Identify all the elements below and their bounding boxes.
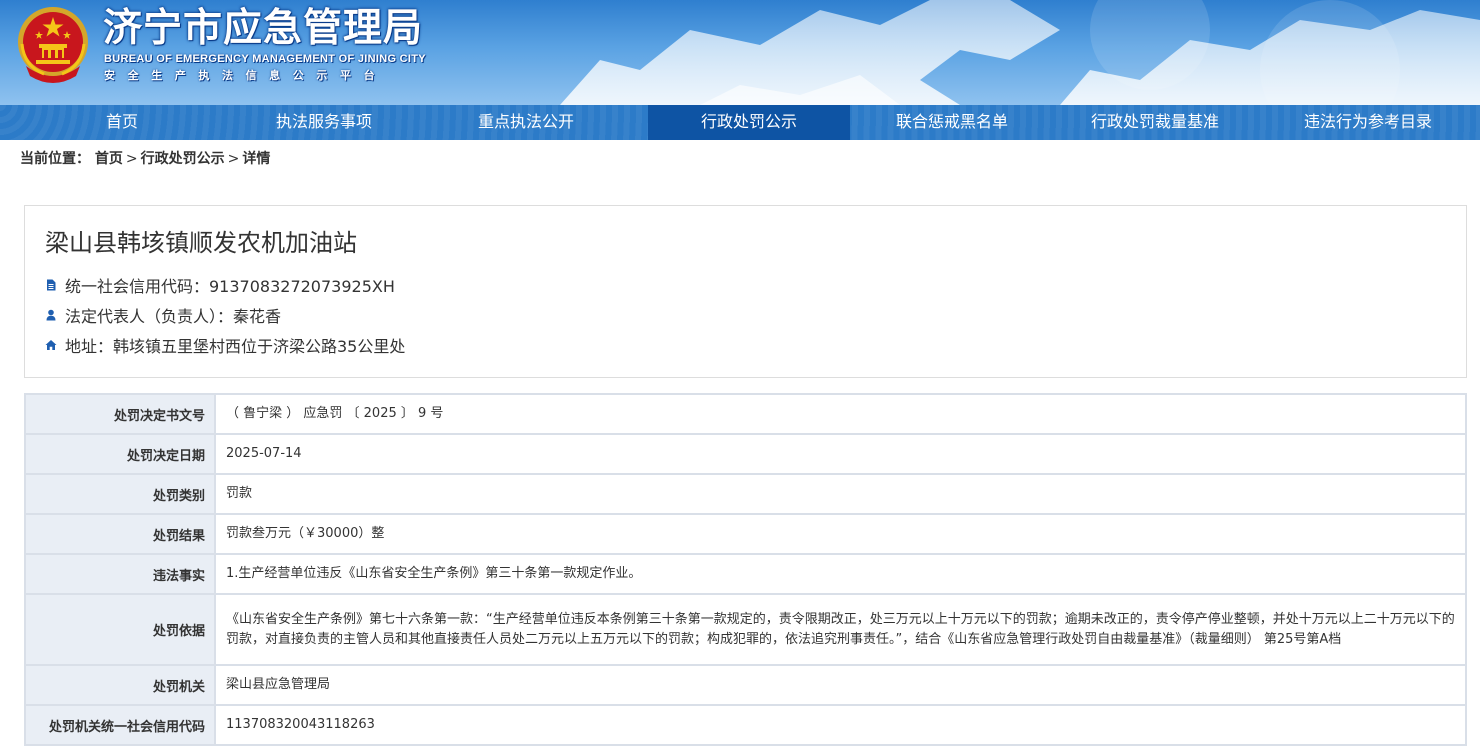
company-info-card: 梁山县韩垓镇顺发农机加油站 统一社会信用代码：9137083272073925X…	[24, 205, 1467, 378]
nav-item-home[interactable]: 首页	[0, 105, 244, 140]
nav-item-enforcement-services[interactable]: 执法服务事项	[244, 105, 404, 140]
home-icon	[45, 339, 57, 351]
header-banner: 济宁市应急管理局 BUREAU OF EMERGENCY MANAGEMENT …	[0, 0, 1480, 105]
address-row: 地址：韩垓镇五里堡村西位于济梁公路35公里处	[45, 333, 405, 357]
breadcrumb: 当前位置： 首页 > 行政处罚公示 > 详情	[20, 148, 270, 168]
breadcrumb-current: 详情	[242, 151, 271, 167]
row-value: 罚款叁万元（￥30000）整	[214, 513, 1467, 555]
document-icon	[45, 279, 57, 291]
main-nav: 首页 执法服务事项 重点执法公开 行政处罚公示 联合惩戒黑名单 行政处罚裁量基准…	[0, 105, 1480, 140]
nav-item-penalty-standards[interactable]: 行政处罚裁量基准	[1054, 105, 1256, 140]
nav-item-penalty-disclosure[interactable]: 行政处罚公示	[648, 105, 850, 140]
row-label: 违法事实	[24, 553, 216, 595]
table-row: 处罚机关 梁山县应急管理局	[24, 664, 1467, 706]
company-name: 梁山县韩垓镇顺发农机加油站	[45, 229, 357, 257]
row-value: 罚款	[214, 473, 1467, 515]
table-row: 处罚类别 罚款	[24, 473, 1467, 515]
row-value: 1.生产经营单位违反《山东省安全生产条例》第三十条第一款规定作业。	[214, 553, 1467, 595]
breadcrumb-penalty-link[interactable]: 行政处罚公示	[141, 151, 225, 167]
row-value: 《山东省安全生产条例》第七十六条第一款：“生产经营单位违反本条例第三十条第一款规…	[214, 593, 1467, 666]
row-value: 梁山县应急管理局	[214, 664, 1467, 706]
breadcrumb-home-link[interactable]: 首页	[95, 151, 123, 167]
row-value: 113708320043118263	[214, 704, 1467, 746]
row-value: （ 鲁宁梁 ） 应急罚 〔 2025 〕 9 号	[214, 393, 1467, 435]
nav-item-key-enforcement[interactable]: 重点执法公开	[404, 105, 648, 140]
nav-item-violation-catalog[interactable]: 违法行为参考目录	[1256, 105, 1480, 140]
credit-code-row: 统一社会信用代码：9137083272073925XH	[45, 273, 395, 297]
breadcrumb-separator: >	[227, 151, 240, 167]
user-icon	[45, 309, 57, 321]
national-emblem-icon	[18, 7, 88, 83]
row-label: 处罚结果	[24, 513, 216, 555]
legal-rep-row: 法定代表人（负责人）：秦花香	[45, 303, 281, 327]
row-label: 处罚依据	[24, 593, 216, 666]
row-label: 处罚机关	[24, 664, 216, 706]
row-label: 处罚决定书文号	[24, 393, 216, 435]
breadcrumb-separator: >	[125, 151, 138, 167]
table-row: 处罚机关统一社会信用代码 113708320043118263	[24, 704, 1467, 746]
table-row: 处罚决定书文号 （ 鲁宁梁 ） 应急罚 〔 2025 〕 9 号	[24, 393, 1467, 435]
nav-item-blacklist[interactable]: 联合惩戒黑名单	[850, 105, 1054, 140]
table-row: 处罚结果 罚款叁万元（￥30000）整	[24, 513, 1467, 555]
table-row: 处罚依据 《山东省安全生产条例》第七十六条第一款：“生产经营单位违反本条例第三十…	[24, 593, 1467, 666]
address-text: 地址：韩垓镇五里堡村西位于济梁公路35公里处	[65, 337, 406, 356]
penalty-detail-table: 处罚决定书文号 （ 鲁宁梁 ） 应急罚 〔 2025 〕 9 号 处罚决定日期 …	[24, 393, 1467, 746]
row-label: 处罚类别	[24, 473, 216, 515]
credit-code-text: 统一社会信用代码：9137083272073925XH	[65, 277, 395, 296]
site-platform-subtitle: 安全生产执法信息公示平台	[104, 69, 388, 82]
breadcrumb-prefix: 当前位置：	[20, 151, 90, 167]
row-label: 处罚决定日期	[24, 433, 216, 475]
site-title: 济宁市应急管理局	[103, 6, 424, 51]
table-row: 处罚决定日期 2025-07-14	[24, 433, 1467, 475]
row-value: 2025-07-14	[214, 433, 1467, 475]
legal-rep-text: 法定代表人（负责人）：秦花香	[65, 307, 282, 326]
row-label: 处罚机关统一社会信用代码	[24, 704, 216, 746]
site-english-subtitle: BUREAU OF EMERGENCY MANAGEMENT OF JINING…	[104, 53, 426, 65]
table-row: 违法事实 1.生产经营单位违反《山东省安全生产条例》第三十条第一款规定作业。	[24, 553, 1467, 595]
